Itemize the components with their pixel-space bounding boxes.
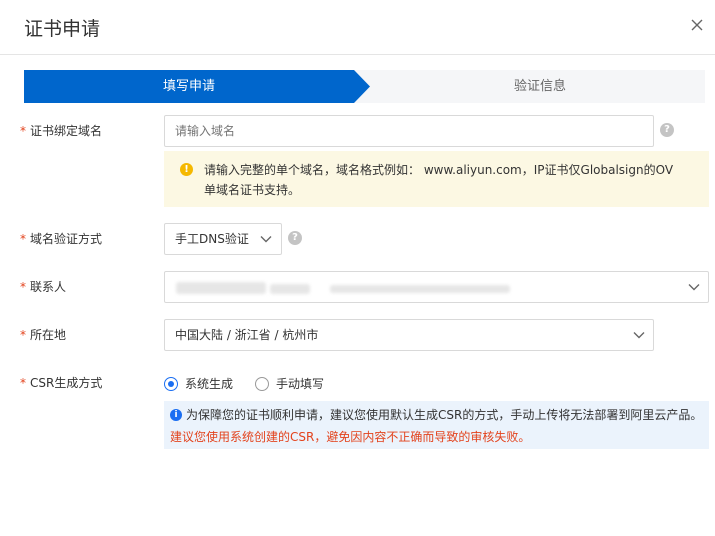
warning-icon: ! bbox=[180, 163, 193, 176]
csr-radio-system[interactable] bbox=[164, 377, 178, 391]
contact-label: * 联系人 bbox=[20, 277, 66, 297]
location-select[interactable]: 中国大陆 / 浙江省 / 杭州市 bbox=[164, 319, 654, 351]
verify-method-label: * 域名验证方式 bbox=[20, 229, 102, 249]
location-label: * 所在地 bbox=[20, 325, 66, 345]
step-fill-application: 填写申请 bbox=[162, 79, 215, 94]
csr-option-manual-label[interactable]: 手动填写 bbox=[276, 376, 324, 392]
header-divider bbox=[0, 54, 715, 55]
contact-value-redacted bbox=[270, 284, 310, 294]
required-mark: * bbox=[20, 124, 26, 138]
info-icon: i bbox=[170, 409, 182, 421]
question-icon[interactable]: ? bbox=[288, 231, 302, 245]
csr-warning-text: 建议您使用系统创建的CSR，避免因内容不正确而导致的审核失败。 bbox=[170, 430, 531, 444]
csr-label-text: CSR生成方式 bbox=[30, 376, 103, 390]
csr-radio-manual[interactable] bbox=[255, 377, 269, 391]
domain-label: * 证书绑定域名 bbox=[20, 121, 102, 141]
chevron-down-icon bbox=[633, 332, 645, 339]
contact-value-redacted bbox=[330, 285, 510, 293]
csr-label: * CSR生成方式 bbox=[20, 373, 102, 393]
required-mark: * bbox=[20, 280, 26, 294]
location-label-text: 所在地 bbox=[30, 328, 67, 342]
required-mark: * bbox=[20, 328, 26, 342]
domain-notice-text: 请输入完整的单个域名，域名格式例如： www.aliyun.com，IP证书仅G… bbox=[204, 163, 674, 197]
step-verify-info: 验证信息 bbox=[513, 79, 566, 94]
verify-method-label-text: 域名验证方式 bbox=[30, 232, 103, 246]
csr-option-system-label[interactable]: 系统生成 bbox=[185, 376, 233, 392]
domain-input[interactable] bbox=[164, 115, 654, 147]
verify-method-value: 手工DNS验证 bbox=[175, 232, 249, 246]
chevron-down-icon bbox=[688, 284, 700, 291]
close-icon[interactable] bbox=[686, 14, 708, 36]
contact-value-redacted bbox=[176, 282, 266, 294]
contact-label-text: 联系人 bbox=[30, 280, 67, 294]
csr-info-text: 为保障您的证书顺利申请，建议您使用默认生成CSR的方式，手动上传将无法部署到阿里… bbox=[186, 408, 703, 422]
chevron-down-icon bbox=[260, 236, 272, 243]
location-value: 中国大陆 / 浙江省 / 杭州市 bbox=[175, 328, 319, 342]
domain-label-text: 证书绑定域名 bbox=[30, 124, 103, 138]
required-mark: * bbox=[20, 232, 26, 246]
required-mark: * bbox=[20, 376, 26, 390]
dialog-title: 证书申请 bbox=[24, 18, 101, 40]
question-icon[interactable]: ? bbox=[660, 123, 674, 137]
